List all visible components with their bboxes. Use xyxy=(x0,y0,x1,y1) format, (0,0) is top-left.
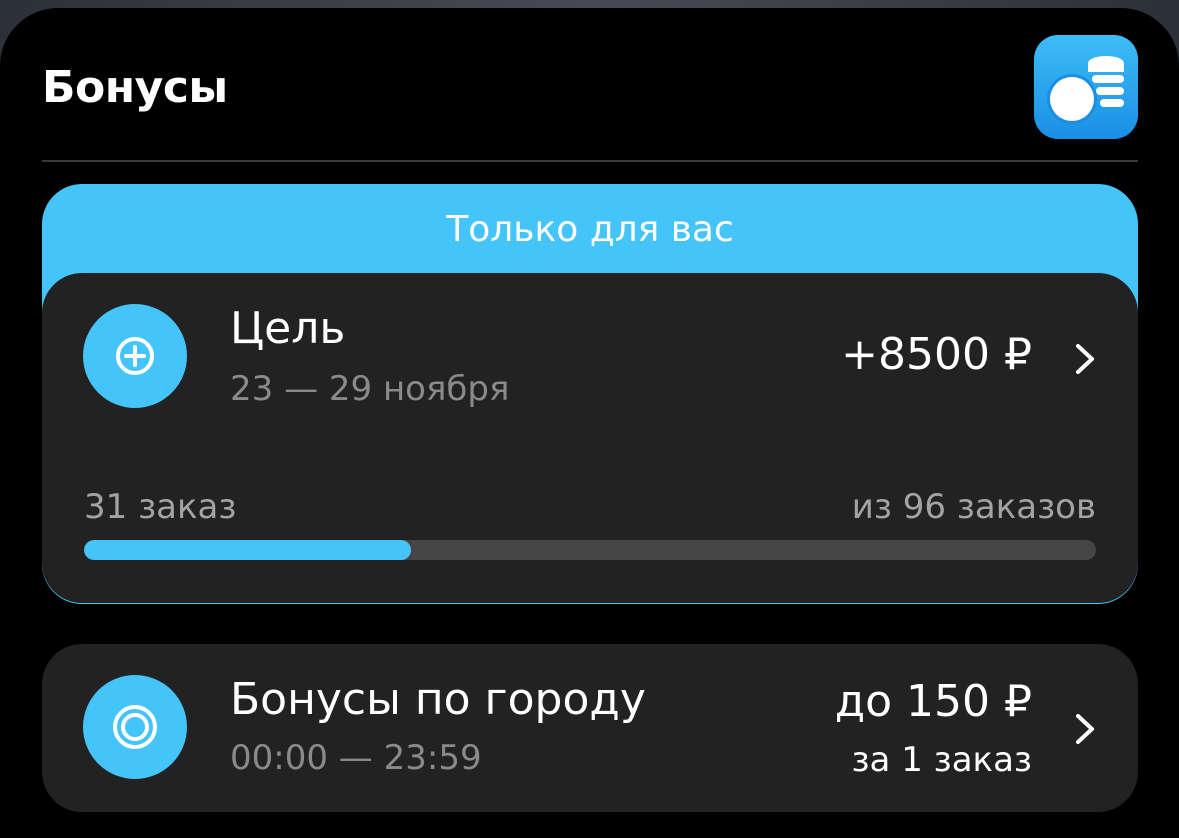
city-bonuses-title: Бонусы по городу xyxy=(230,674,646,725)
header-divider xyxy=(42,160,1138,162)
goal-amount: +8500 ₽ xyxy=(841,329,1032,380)
progress-bar-fill xyxy=(84,540,411,560)
chevron-right-icon[interactable] xyxy=(1070,341,1100,381)
bonuses-panel: Бонусы Только для вас Цель 23 — 29 ноябр… xyxy=(0,8,1179,838)
progress-bar xyxy=(84,540,1096,560)
goal-dates: 23 — 29 ноября xyxy=(230,369,510,409)
progress-done-label: 31 заказ xyxy=(84,487,237,527)
promo-label: Только для вас xyxy=(446,209,734,250)
coins-stack-icon[interactable] xyxy=(1034,35,1138,139)
chevron-right-icon[interactable] xyxy=(1070,711,1100,751)
goal-card[interactable]: Цель 23 — 29 ноября +8500 ₽ 31 заказ из … xyxy=(42,273,1138,603)
goal-title: Цель xyxy=(230,303,346,354)
city-bonuses-amount: до 150 ₽ xyxy=(834,676,1032,727)
progress-total-label: из 96 заказов xyxy=(851,487,1096,527)
city-bonuses-time: 00:00 — 23:59 xyxy=(230,738,482,778)
city-bonuses-card[interactable]: Бонусы по городу 00:00 — 23:59 до 150 ₽ … xyxy=(42,644,1138,812)
page-title: Бонусы xyxy=(42,62,228,113)
target-circle-icon xyxy=(83,675,187,779)
plus-circle-icon xyxy=(83,304,187,408)
city-bonuses-amount-sub: за 1 заказ xyxy=(851,740,1032,780)
